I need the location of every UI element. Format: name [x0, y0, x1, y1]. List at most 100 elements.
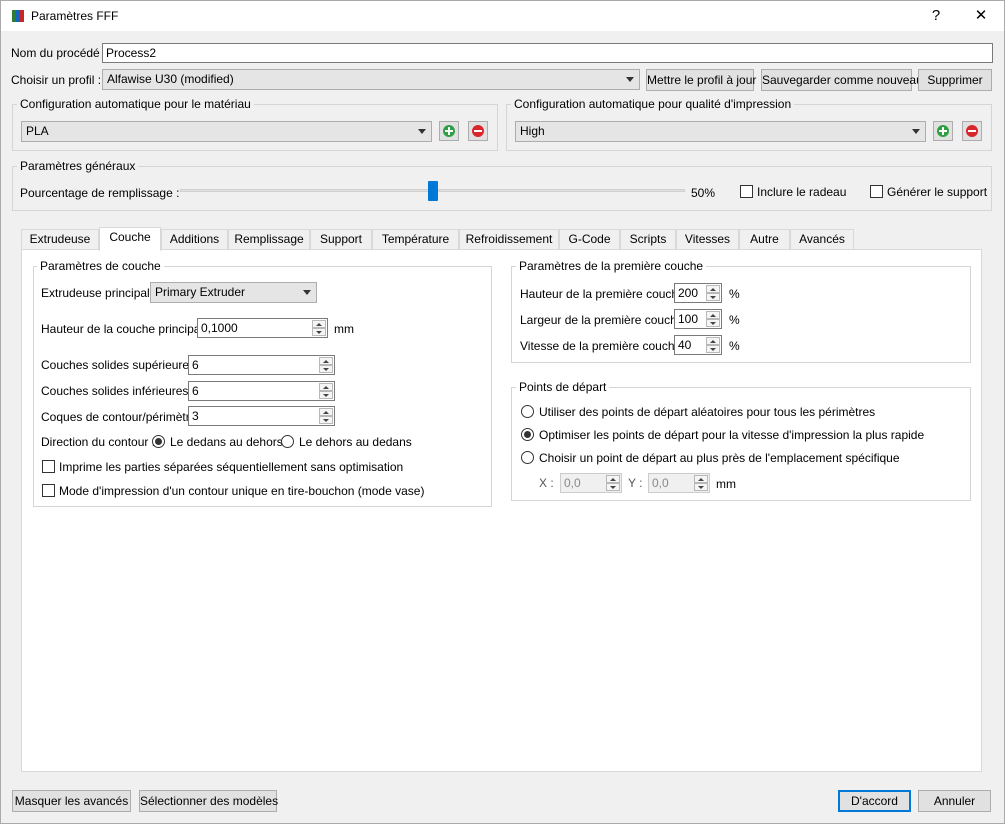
- x-label: X :: [539, 476, 554, 490]
- spin-up-icon[interactable]: [694, 475, 708, 483]
- y-label: Y :: [628, 476, 643, 490]
- general-settings-title: Paramètres généraux: [17, 159, 139, 173]
- tab-extrudeuse[interactable]: Extrudeuse: [21, 229, 99, 249]
- bottom-solid-spinbox[interactable]: 6: [188, 381, 335, 401]
- tab-vitesses[interactable]: Vitesses: [676, 229, 739, 249]
- spin-up-icon[interactable]: [312, 320, 326, 328]
- primary-extruder-value: Primary Extruder: [155, 285, 246, 299]
- inside-out-label: Le dedans au dehors: [170, 435, 283, 449]
- sequential-label: Imprime les parties séparées séquentiell…: [59, 460, 404, 474]
- save-new-profile-button[interactable]: Sauvegarder comme nouveau: [761, 69, 923, 91]
- minus-icon: [472, 125, 484, 137]
- primary-extruder-label: Extrudeuse principale: [41, 286, 157, 300]
- tab-avances[interactable]: Avancés: [790, 229, 854, 249]
- add-quality-button[interactable]: [933, 121, 953, 141]
- spin-up-icon[interactable]: [706, 311, 720, 319]
- add-material-button[interactable]: [439, 121, 459, 141]
- vase-mode-label: Mode d'impression d'un contour unique en…: [59, 484, 425, 498]
- plus-icon: [443, 125, 455, 137]
- y-value: 0,0: [652, 476, 669, 490]
- spin-up-icon[interactable]: [606, 475, 620, 483]
- material-select[interactable]: PLA: [21, 121, 432, 142]
- process-name-input[interactable]: Process2: [102, 43, 993, 63]
- first-speed-label: Vitesse de la première couche: [520, 339, 682, 353]
- first-height-unit: %: [729, 287, 740, 301]
- layer-height-value: 0,1000: [201, 321, 238, 335]
- spin-down-icon[interactable]: [319, 391, 333, 399]
- first-speed-spinbox[interactable]: 40: [674, 335, 722, 355]
- support-label: Générer le support: [887, 185, 988, 199]
- cancel-button[interactable]: Annuler: [918, 790, 991, 812]
- close-button[interactable]: ✕: [958, 1, 1004, 31]
- ok-button[interactable]: D'accord: [838, 790, 911, 812]
- spin-down-icon[interactable]: [606, 483, 620, 491]
- bottom-solid-value: 6: [192, 384, 199, 398]
- top-solid-label: Couches solides supérieures: [41, 358, 196, 372]
- spin-up-icon[interactable]: [319, 357, 333, 365]
- vase-mode-checkbox[interactable]: [42, 484, 55, 497]
- first-speed-unit: %: [729, 339, 740, 353]
- hide-advanced-button[interactable]: Masquer les avancés: [12, 790, 131, 812]
- material-auto-title: Configuration automatique pour le matéri…: [17, 97, 254, 111]
- top-solid-spinbox[interactable]: 6: [188, 355, 335, 375]
- spin-down-icon[interactable]: [312, 328, 326, 336]
- tab-additions[interactable]: Additions: [161, 229, 228, 249]
- minus-icon: [966, 125, 978, 137]
- spin-down-icon[interactable]: [694, 483, 708, 491]
- spin-down-icon[interactable]: [706, 345, 720, 353]
- infill-slider-handle[interactable]: [427, 181, 438, 201]
- start-points-title: Points de départ: [516, 380, 610, 394]
- quality-select[interactable]: High: [515, 121, 926, 142]
- select-models-button[interactable]: Sélectionner des modèles: [139, 790, 278, 812]
- help-button[interactable]: ?: [913, 1, 959, 31]
- first-width-spinbox[interactable]: 100: [674, 309, 722, 329]
- title-bar: Paramètres FFF ? ✕: [1, 1, 1004, 31]
- perimeter-spinbox[interactable]: 3: [188, 406, 335, 426]
- remove-material-button[interactable]: [468, 121, 488, 141]
- spin-up-icon[interactable]: [706, 337, 720, 345]
- tab-scripts[interactable]: Scripts: [620, 229, 676, 249]
- spin-down-icon[interactable]: [319, 365, 333, 373]
- layer-height-label: Hauteur de la couche principale: [41, 322, 210, 336]
- spin-up-icon[interactable]: [706, 285, 720, 293]
- y-spinbox[interactable]: 0,0: [648, 473, 710, 493]
- radio-outside-in[interactable]: [281, 435, 294, 448]
- tab-remplissage[interactable]: Remplissage: [228, 229, 310, 249]
- delete-profile-button[interactable]: Supprimer: [918, 69, 992, 91]
- support-checkbox[interactable]: [870, 185, 883, 198]
- spin-up-icon[interactable]: [319, 383, 333, 391]
- spin-up-icon[interactable]: [319, 408, 333, 416]
- tab-autre[interactable]: Autre: [739, 229, 790, 249]
- tab-temperature[interactable]: Température: [372, 229, 459, 249]
- spin-down-icon[interactable]: [319, 416, 333, 424]
- first-height-spinbox[interactable]: 200: [674, 283, 722, 303]
- tab-support[interactable]: Support: [310, 229, 372, 249]
- infill-label: Pourcentage de remplissage :: [20, 186, 180, 200]
- material-select-value: PLA: [26, 124, 49, 138]
- layer-height-spinbox[interactable]: 0,1000: [197, 318, 328, 338]
- tab-gcode[interactable]: G-Code: [559, 229, 620, 249]
- layer-params-title: Paramètres de couche: [37, 259, 164, 273]
- quality-auto-title: Configuration automatique pour qualité d…: [511, 97, 795, 111]
- tab-couche[interactable]: Couche: [99, 227, 161, 251]
- raft-checkbox[interactable]: [740, 185, 753, 198]
- first-height-value: 200: [678, 286, 699, 300]
- infill-slider-fill: [181, 190, 433, 191]
- tab-refroidissement[interactable]: Refroidissement: [459, 229, 559, 249]
- x-spinbox[interactable]: 0,0: [560, 473, 622, 493]
- first-speed-value: 40: [678, 338, 692, 352]
- chevron-down-icon: [626, 77, 634, 82]
- update-profile-button[interactable]: Mettre le profil à jour: [646, 69, 756, 91]
- radio-optimize-start[interactable]: [521, 428, 534, 441]
- profile-select[interactable]: Alfawise U30 (modified): [102, 69, 640, 90]
- sequential-checkbox[interactable]: [42, 460, 55, 473]
- remove-quality-button[interactable]: [962, 121, 982, 141]
- perimeter-value: 3: [192, 409, 199, 423]
- radio-inside-out[interactable]: [152, 435, 165, 448]
- chevron-down-icon: [912, 129, 920, 134]
- radio-closest-start[interactable]: [521, 451, 534, 464]
- spin-down-icon[interactable]: [706, 293, 720, 301]
- primary-extruder-select[interactable]: Primary Extruder: [150, 282, 317, 303]
- radio-random-start[interactable]: [521, 405, 534, 418]
- spin-down-icon[interactable]: [706, 319, 720, 327]
